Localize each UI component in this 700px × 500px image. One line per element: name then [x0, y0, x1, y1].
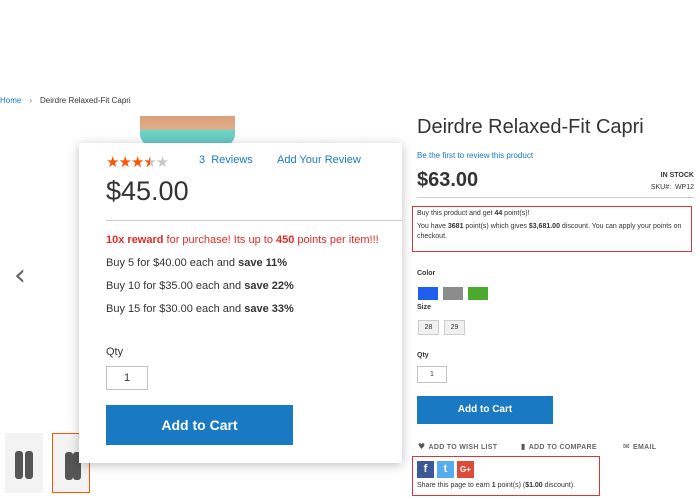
size-option-28[interactable]: 28: [418, 320, 439, 335]
gallery-prev-arrow-icon[interactable]: ‹: [14, 258, 26, 293]
price-popup-card: ★★★★★★ 3 Reviews Add Your Review $45.00 …: [79, 143, 402, 463]
heart-icon: ♥: [418, 442, 426, 451]
breadcrumb: Home › Deirdre Relaxed-Fit Capri: [0, 96, 131, 105]
tier-price-3: Buy 15 for $30.00 each and save 33%: [106, 303, 294, 315]
size-label: Size: [417, 304, 432, 311]
envelope-icon: ✉: [623, 442, 631, 451]
qty-label: Qty: [417, 352, 429, 359]
share-points-text: Share this page to earn 1 point(s) ($1.0…: [417, 482, 576, 489]
color-label: Color: [417, 270, 436, 277]
tier-price-1: Buy 5 for $40.00 each and save 11%: [106, 257, 288, 269]
email-link[interactable]: ✉ EMAIL: [623, 442, 656, 451]
color-swatch-blue[interactable]: [418, 287, 438, 300]
tier-price-2: Buy 10 for $35.00 each and save 22%: [106, 280, 294, 292]
popup-divider: [106, 220, 402, 221]
popup-qty-input[interactable]: 1: [106, 366, 148, 390]
price-divider: [417, 197, 694, 198]
add-to-cart-button[interactable]: Add to Cart: [417, 396, 553, 424]
google-plus-share-icon[interactable]: G+: [457, 461, 474, 478]
color-swatch-green[interactable]: [468, 287, 488, 300]
color-swatch-gray[interactable]: [443, 287, 463, 300]
balance-points-text: You have 3681 point(s) which gives $3,68…: [417, 223, 682, 240]
facebook-share-icon[interactable]: f: [417, 461, 434, 478]
qty-input[interactable]: 1: [417, 366, 447, 383]
twitter-share-icon[interactable]: t: [437, 461, 454, 478]
gallery-thumbnail-1[interactable]: [5, 433, 43, 493]
popup-price: $45.00: [106, 176, 189, 206]
product-title: Deirdre Relaxed-Fit Capri: [417, 116, 644, 138]
bar-chart-icon: ▮: [521, 442, 526, 451]
rating-star-full-icon: ★★★: [106, 153, 144, 171]
earn-points-text: Buy this product and get 44 point(s)!: [417, 210, 530, 217]
breadcrumb-separator: ›: [29, 96, 33, 105]
size-option-29[interactable]: 29: [444, 320, 465, 335]
product-price: $63.00: [417, 169, 479, 191]
rating-star-half-icon: ★★: [143, 153, 156, 171]
reviews-link[interactable]: 3 Reviews: [199, 154, 253, 166]
rating-star-empty-icon: ★: [155, 153, 169, 171]
page-header-area: [0, 0, 700, 88]
reward-message: 10x reward for purchase! Its up to 450 p…: [106, 234, 379, 246]
popup-add-to-cart-button[interactable]: Add to Cart: [106, 405, 293, 445]
add-to-wishlist-link[interactable]: ♥ ADD TO WISH LIST: [418, 442, 497, 451]
reward-points-box: Buy this product and get 44 point(s)! Yo…: [412, 206, 692, 252]
add-to-compare-link[interactable]: ▮ ADD TO COMPARE: [521, 442, 597, 451]
product-sku: SKU#: WP12: [650, 184, 694, 191]
breadcrumb-current: Deirdre Relaxed-Fit Capri: [40, 96, 131, 105]
first-review-link[interactable]: Be the first to review this product: [417, 151, 533, 160]
breadcrumb-home-link[interactable]: Home: [0, 96, 21, 105]
stock-status: IN STOCK: [660, 172, 694, 179]
share-rewards-box: f t G+ Share this page to earn 1 point(s…: [412, 456, 600, 496]
product-main-image: [140, 116, 235, 146]
popup-qty-label: Qty: [106, 346, 124, 358]
rating-stars: ★★★★★★: [106, 153, 169, 171]
add-review-link[interactable]: Add Your Review: [277, 154, 361, 166]
